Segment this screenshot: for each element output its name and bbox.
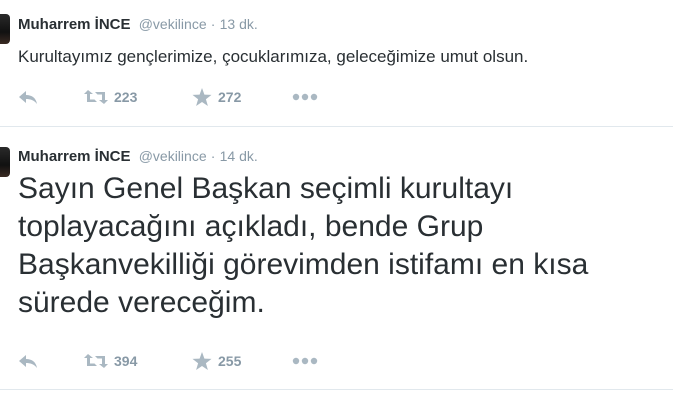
retweet-button[interactable]: 223	[84, 87, 137, 107]
retweet-button[interactable]: 394	[84, 351, 137, 371]
tweet-author-name[interactable]: Muharrem İNCE	[18, 16, 131, 33]
retweet-count: 394	[114, 353, 138, 369]
retweet-icon	[84, 89, 108, 105]
reply-icon	[18, 353, 38, 369]
tweet-timestamp[interactable]: 14 dk.	[220, 148, 258, 164]
tweet[interactable]: Muharrem İNCE @vekilince · 13 dk. Kurult…	[0, 0, 673, 126]
tweet-timestamp[interactable]: 13 dk.	[220, 16, 258, 32]
tweet-separator: ·	[210, 148, 216, 164]
more-dots-icon	[292, 357, 318, 365]
favorite-button[interactable]: 272	[192, 87, 241, 107]
favorite-count: 272	[218, 89, 242, 105]
reply-button[interactable]	[18, 351, 38, 371]
more-button[interactable]	[292, 87, 318, 107]
reply-icon	[18, 89, 38, 105]
more-dots-icon	[292, 93, 318, 101]
avatar[interactable]	[0, 147, 10, 177]
tweet-author-username[interactable]: @vekilince	[139, 16, 207, 32]
tweet[interactable]: Muharrem İNCE @vekilince · 14 dk. Sayın …	[0, 127, 673, 389]
tweet-text: Kurultayımız gençlerimize, çocuklarımıza…	[18, 47, 529, 66]
reply-button[interactable]	[18, 87, 38, 107]
favorite-button[interactable]: 255	[192, 351, 241, 371]
retweet-icon	[84, 353, 108, 369]
tweet-author-username[interactable]: @vekilince	[139, 148, 207, 164]
tweet-text: Sayın Genel Başkan seçimli kurultayı top…	[18, 172, 589, 319]
tweet-timeline: Muharrem İNCE @vekilince · 13 dk. Kurult…	[0, 0, 673, 410]
tweet-separator: ·	[210, 16, 216, 32]
tweet-header: Muharrem İNCE @vekilince · 14 dk.	[18, 147, 258, 166]
retweet-count: 223	[114, 89, 138, 105]
favorite-count: 255	[218, 353, 242, 369]
tweet-divider	[0, 389, 673, 390]
star-icon	[192, 351, 212, 371]
more-button[interactable]	[292, 351, 318, 371]
star-icon	[192, 87, 212, 107]
tweet-header: Muharrem İNCE @vekilince · 13 dk.	[18, 15, 258, 34]
tweet-author-name[interactable]: Muharrem İNCE	[18, 148, 131, 165]
avatar[interactable]	[0, 14, 10, 44]
